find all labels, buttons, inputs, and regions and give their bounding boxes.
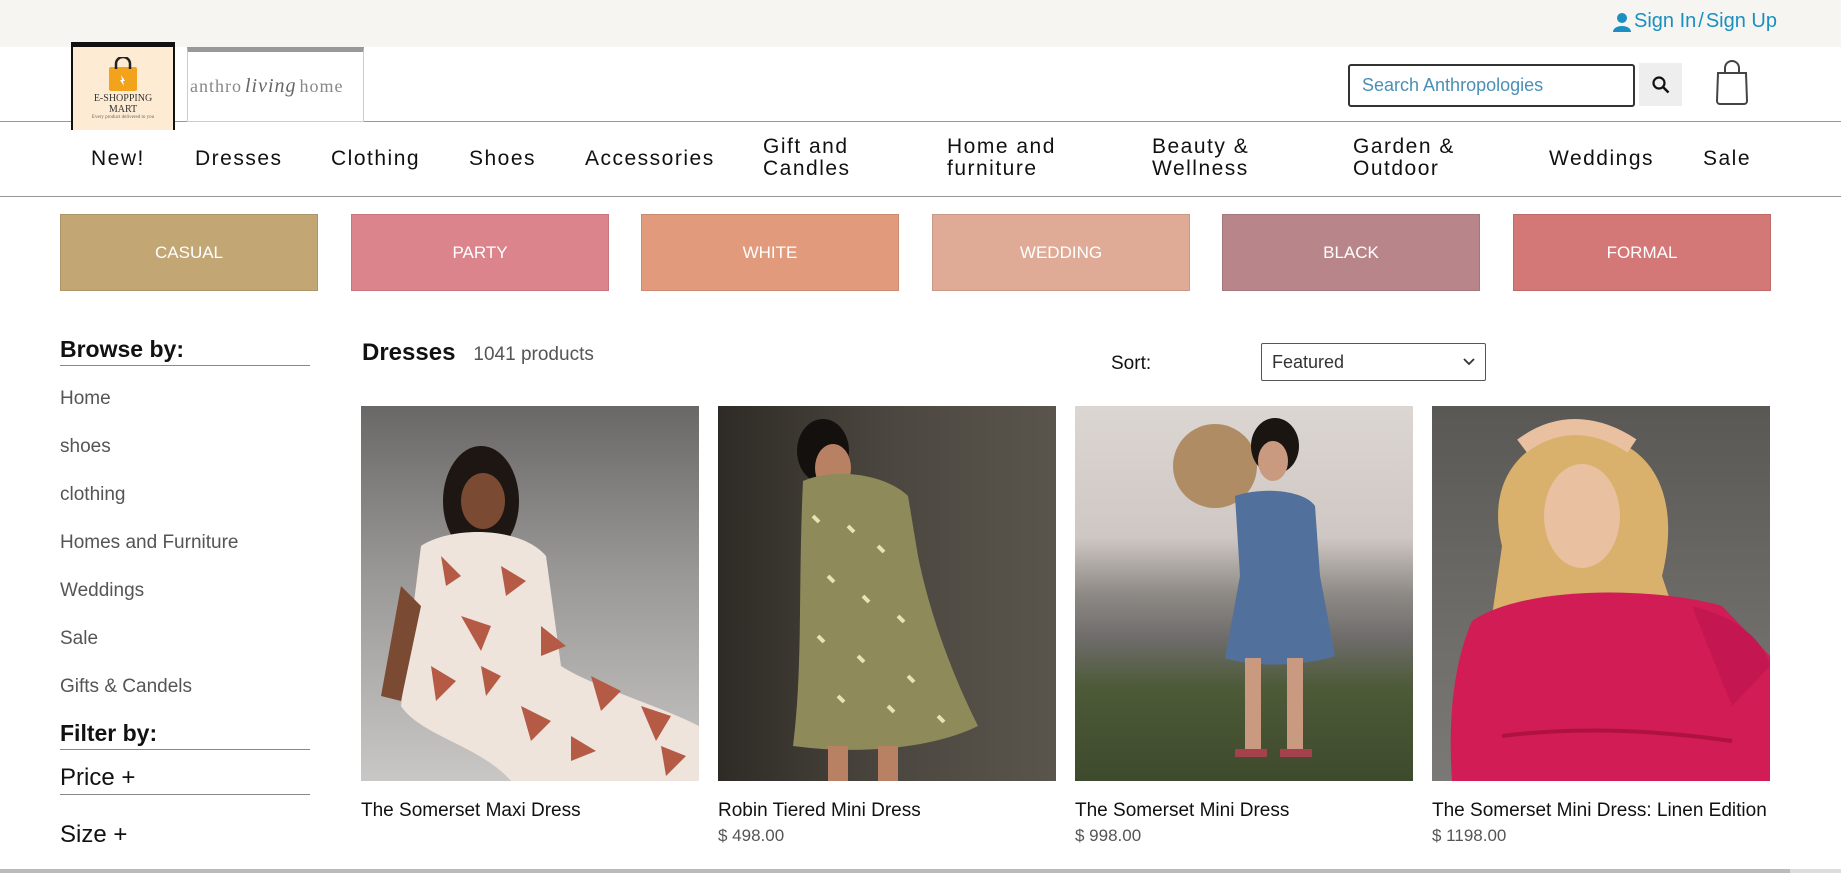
product-card[interactable]: The Somerset Maxi Dress	[361, 406, 699, 826]
scrollbar-thumb[interactable]	[0, 869, 1790, 873]
product-name[interactable]: The Somerset Mini Dress: Linen Edition	[1432, 799, 1770, 822]
nav-weddings[interactable]: Weddings	[1549, 148, 1654, 170]
search-input[interactable]	[1348, 64, 1635, 107]
product-name[interactable]: Robin Tiered Mini Dress	[718, 799, 1056, 822]
nav-garden-and-outdoor[interactable]: Garden & Outdoor	[1353, 136, 1455, 180]
search-icon	[1651, 75, 1669, 93]
sidebar: Browse by: Home shoes clothing Homes and…	[60, 336, 310, 849]
nav-shoes[interactable]: Shoes	[469, 148, 536, 170]
product-card[interactable]: The Somerset Mini Dress $ 998.00	[1075, 406, 1413, 846]
page-title: Dresses	[362, 339, 456, 366]
product-image[interactable]	[1432, 406, 1770, 781]
dress-photo-illustration	[793, 419, 978, 781]
category-wedding[interactable]: WEDDING	[932, 214, 1190, 291]
browse-by-heading: Browse by:	[60, 336, 310, 366]
logo-text-line1: E-SHOPPING	[93, 93, 153, 104]
logo-word-living: living	[244, 75, 297, 97]
dress-photo-illustration	[1173, 418, 1335, 757]
nav-sale[interactable]: Sale	[1703, 148, 1751, 170]
product-price: $ 1198.00	[1432, 826, 1507, 845]
sign-in-label[interactable]: Sign In	[1634, 10, 1696, 33]
category-formal[interactable]: FORMAL	[1513, 214, 1771, 291]
horizontal-scrollbar[interactable]	[0, 869, 1841, 873]
search-button[interactable]	[1639, 63, 1682, 106]
sign-in-link[interactable]: Sign In / Sign Up	[1612, 10, 1777, 33]
product-card[interactable]: Robin Tiered Mini Dress $ 498.00	[718, 406, 1056, 846]
product-price: $ 498.00	[718, 826, 785, 845]
sign-up-label[interactable]: Sign Up	[1706, 10, 1777, 33]
nav-accessories[interactable]: Accessories	[585, 148, 715, 170]
category-black[interactable]: BLACK	[1222, 214, 1480, 291]
shopping-bag-icon[interactable]	[1714, 59, 1750, 105]
product-price: $ 998.00	[1075, 826, 1142, 845]
sidebar-item-home[interactable]: Home	[60, 388, 310, 436]
product-name[interactable]: The Somerset Maxi Dress	[361, 799, 699, 822]
category-party[interactable]: PARTY	[351, 214, 609, 291]
anthro-living-home-logo[interactable]: anthro living home	[187, 47, 364, 122]
logo-text-line2: MART	[108, 104, 138, 115]
nav-beauty-and-wellness[interactable]: Beauty & Wellness	[1152, 136, 1249, 180]
price-filter-toggle[interactable]: Price +	[60, 764, 310, 795]
separator: /	[1698, 10, 1704, 32]
category-white[interactable]: WHITE	[641, 214, 899, 291]
product-image[interactable]	[718, 406, 1056, 781]
sidebar-item-shoes[interactable]: shoes	[60, 436, 310, 484]
header: E-SHOPPING MART Every product delivered …	[0, 42, 1841, 130]
sidebar-item-sale[interactable]: Sale	[60, 628, 310, 676]
logo-word-anthro: anthro	[190, 76, 242, 96]
dress-photo-illustration	[1450, 419, 1770, 781]
sidebar-item-weddings[interactable]: Weddings	[60, 580, 310, 628]
category-casual[interactable]: CASUAL	[60, 214, 318, 291]
nav-clothing[interactable]: Clothing	[331, 148, 420, 170]
logo-tagline: Every product delivered to you	[91, 115, 155, 120]
sidebar-item-homes-and-furniture[interactable]: Homes and Furniture	[60, 532, 310, 580]
category-tiles: CASUAL PARTY WHITE WEDDING BLACK FORMAL	[0, 197, 1841, 307]
dress-photo-illustration	[381, 446, 699, 781]
e-shopping-mart-logo[interactable]: E-SHOPPING MART Every product delivered …	[71, 42, 175, 130]
sort-select-value: Featured	[1272, 351, 1345, 372]
product-image[interactable]	[361, 406, 699, 781]
size-filter-toggle[interactable]: Size +	[60, 821, 310, 849]
top-bar: Sign In / Sign Up	[0, 0, 1841, 47]
product-count: 1041 products	[473, 344, 594, 365]
product-image[interactable]	[1075, 406, 1413, 781]
sidebar-item-clothing[interactable]: clothing	[60, 484, 310, 532]
product-card[interactable]: The Somerset Mini Dress: Linen Edition $…	[1432, 406, 1770, 846]
product-name[interactable]: The Somerset Mini Dress	[1075, 799, 1413, 822]
nav-new[interactable]: New!	[91, 148, 145, 170]
filter-by-heading: Filter by:	[60, 720, 310, 750]
shopping-bag-logo-icon	[109, 57, 137, 91]
user-icon	[1613, 12, 1632, 32]
main-nav: New! Dresses Clothing Shoes Accessories …	[0, 122, 1841, 197]
nav-gift-and-candles[interactable]: Gift and Candles	[763, 136, 851, 180]
logo-word-home: home	[299, 76, 344, 96]
sort-label: Sort:	[1111, 353, 1152, 374]
sort-select[interactable]: Featured	[1261, 343, 1486, 381]
chevron-down-icon	[1463, 358, 1475, 366]
sidebar-item-gifts-and-candles[interactable]: Gifts & Candels	[60, 676, 310, 724]
results-header: Dresses 1041 products	[362, 339, 594, 367]
nav-dresses[interactable]: Dresses	[195, 148, 283, 170]
nav-home-and-furniture[interactable]: Home and furniture	[947, 136, 1056, 180]
